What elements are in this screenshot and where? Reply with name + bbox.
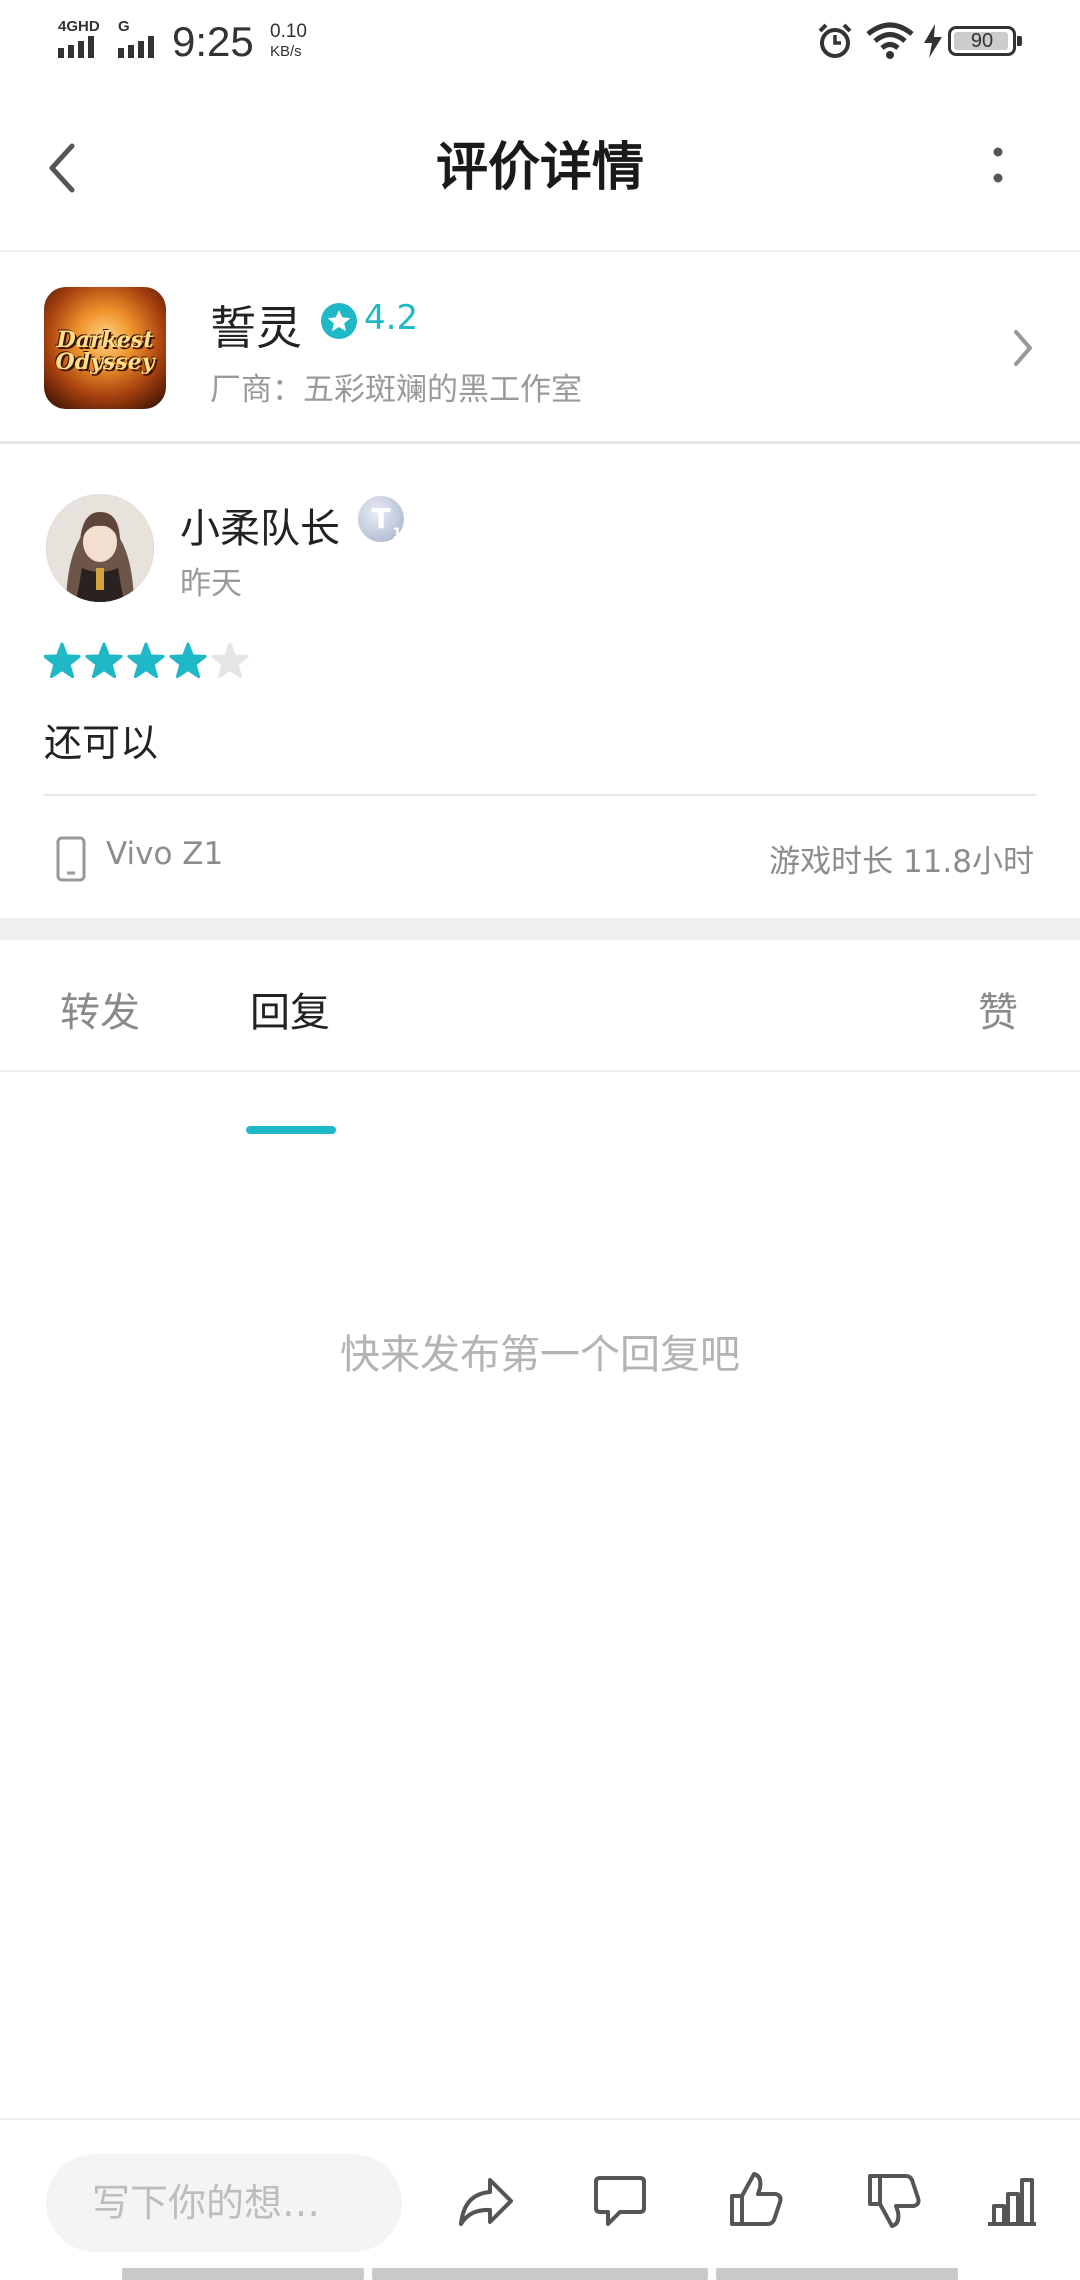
user-level-badge: T1 bbox=[358, 496, 404, 542]
rating-star-icon bbox=[321, 303, 357, 339]
comment-input[interactable]: 写下你的想… bbox=[46, 2154, 402, 2252]
charging-icon bbox=[924, 24, 942, 58]
active-tab-indicator bbox=[246, 1126, 336, 1134]
section-separator bbox=[0, 918, 1080, 940]
divider bbox=[44, 794, 1036, 796]
game-card[interactable]: Darkest Odyssey 誓灵 4.2 厂商：五彩斑斓的黑工作室 bbox=[0, 252, 1080, 444]
signal-icon-1 bbox=[58, 36, 94, 58]
user-level-number: 1 bbox=[392, 526, 402, 542]
network-speed: 0.10 KB/s bbox=[270, 22, 307, 62]
chevron-right-icon bbox=[1014, 330, 1032, 366]
play-time: 游戏时长 11.8小时 bbox=[769, 844, 1034, 880]
alarm-icon bbox=[818, 23, 852, 58]
system-nav-indicator-right bbox=[716, 2268, 958, 2280]
thumbs-up-icon[interactable] bbox=[728, 2170, 784, 2228]
phone-icon bbox=[56, 836, 86, 882]
star-filled-icon bbox=[44, 642, 81, 679]
device-name: Vivo Z1 bbox=[106, 836, 224, 872]
tab-forward[interactable]: 转发 bbox=[60, 980, 140, 1038]
tab-bar: 转发 回复 赞 bbox=[0, 940, 1080, 1072]
game-icon-text-2: Odyssey bbox=[55, 349, 155, 375]
game-icon-text-1: Darkest bbox=[56, 327, 154, 353]
speed-unit: KB/s bbox=[270, 43, 302, 60]
system-nav-indicator-left bbox=[122, 2268, 364, 2280]
game-icon: Darkest Odyssey bbox=[44, 287, 166, 409]
signal-icon-2 bbox=[118, 36, 154, 58]
star-filled-icon bbox=[169, 642, 207, 679]
stats-icon[interactable] bbox=[986, 2176, 1038, 2226]
network-type-1: 4GHD bbox=[58, 18, 100, 35]
status-bar: 4GHD G 9:25 0.10 KB/s 90 bbox=[0, 0, 1080, 84]
avatar[interactable] bbox=[46, 494, 154, 602]
tab-reply[interactable]: 回复 bbox=[250, 980, 330, 1038]
network-type-2: G bbox=[118, 18, 130, 35]
star-filled-icon bbox=[127, 642, 165, 679]
game-name: 誓灵 bbox=[210, 301, 302, 355]
comment-icon[interactable] bbox=[592, 2174, 648, 2228]
review-star-rating bbox=[44, 642, 249, 679]
speed-value: 0.10 bbox=[270, 21, 307, 42]
battery-level: 90 bbox=[970, 30, 994, 52]
thumbs-down-icon[interactable] bbox=[866, 2172, 922, 2230]
wifi-icon bbox=[866, 22, 914, 59]
star-filled-icon bbox=[85, 642, 123, 679]
bottom-action-bar: 写下你的想… bbox=[0, 2118, 1080, 2280]
top-app-bar: 评价详情 bbox=[0, 84, 1080, 252]
game-vendor: 厂商：五彩斑斓的黑工作室 bbox=[210, 372, 582, 408]
star-empty-icon bbox=[211, 642, 249, 679]
game-rating: 4.2 bbox=[364, 298, 419, 338]
system-nav-indicator-center bbox=[372, 2268, 708, 2280]
review-date: 昨天 bbox=[180, 566, 242, 602]
reviewer-name[interactable]: 小柔队长 bbox=[180, 496, 340, 554]
review-content: 还可以 bbox=[44, 721, 159, 765]
share-icon[interactable] bbox=[456, 2174, 516, 2230]
status-time: 9:25 bbox=[172, 18, 254, 65]
more-options-icon[interactable] bbox=[986, 144, 1010, 194]
empty-replies-message: 快来发布第一个回复吧 bbox=[340, 1332, 740, 1378]
page-title: 评价详情 bbox=[435, 138, 644, 198]
user-level-letter: T bbox=[371, 502, 391, 535]
battery-icon: 90 bbox=[948, 26, 1022, 56]
tab-like[interactable]: 赞 bbox=[978, 980, 1018, 1038]
